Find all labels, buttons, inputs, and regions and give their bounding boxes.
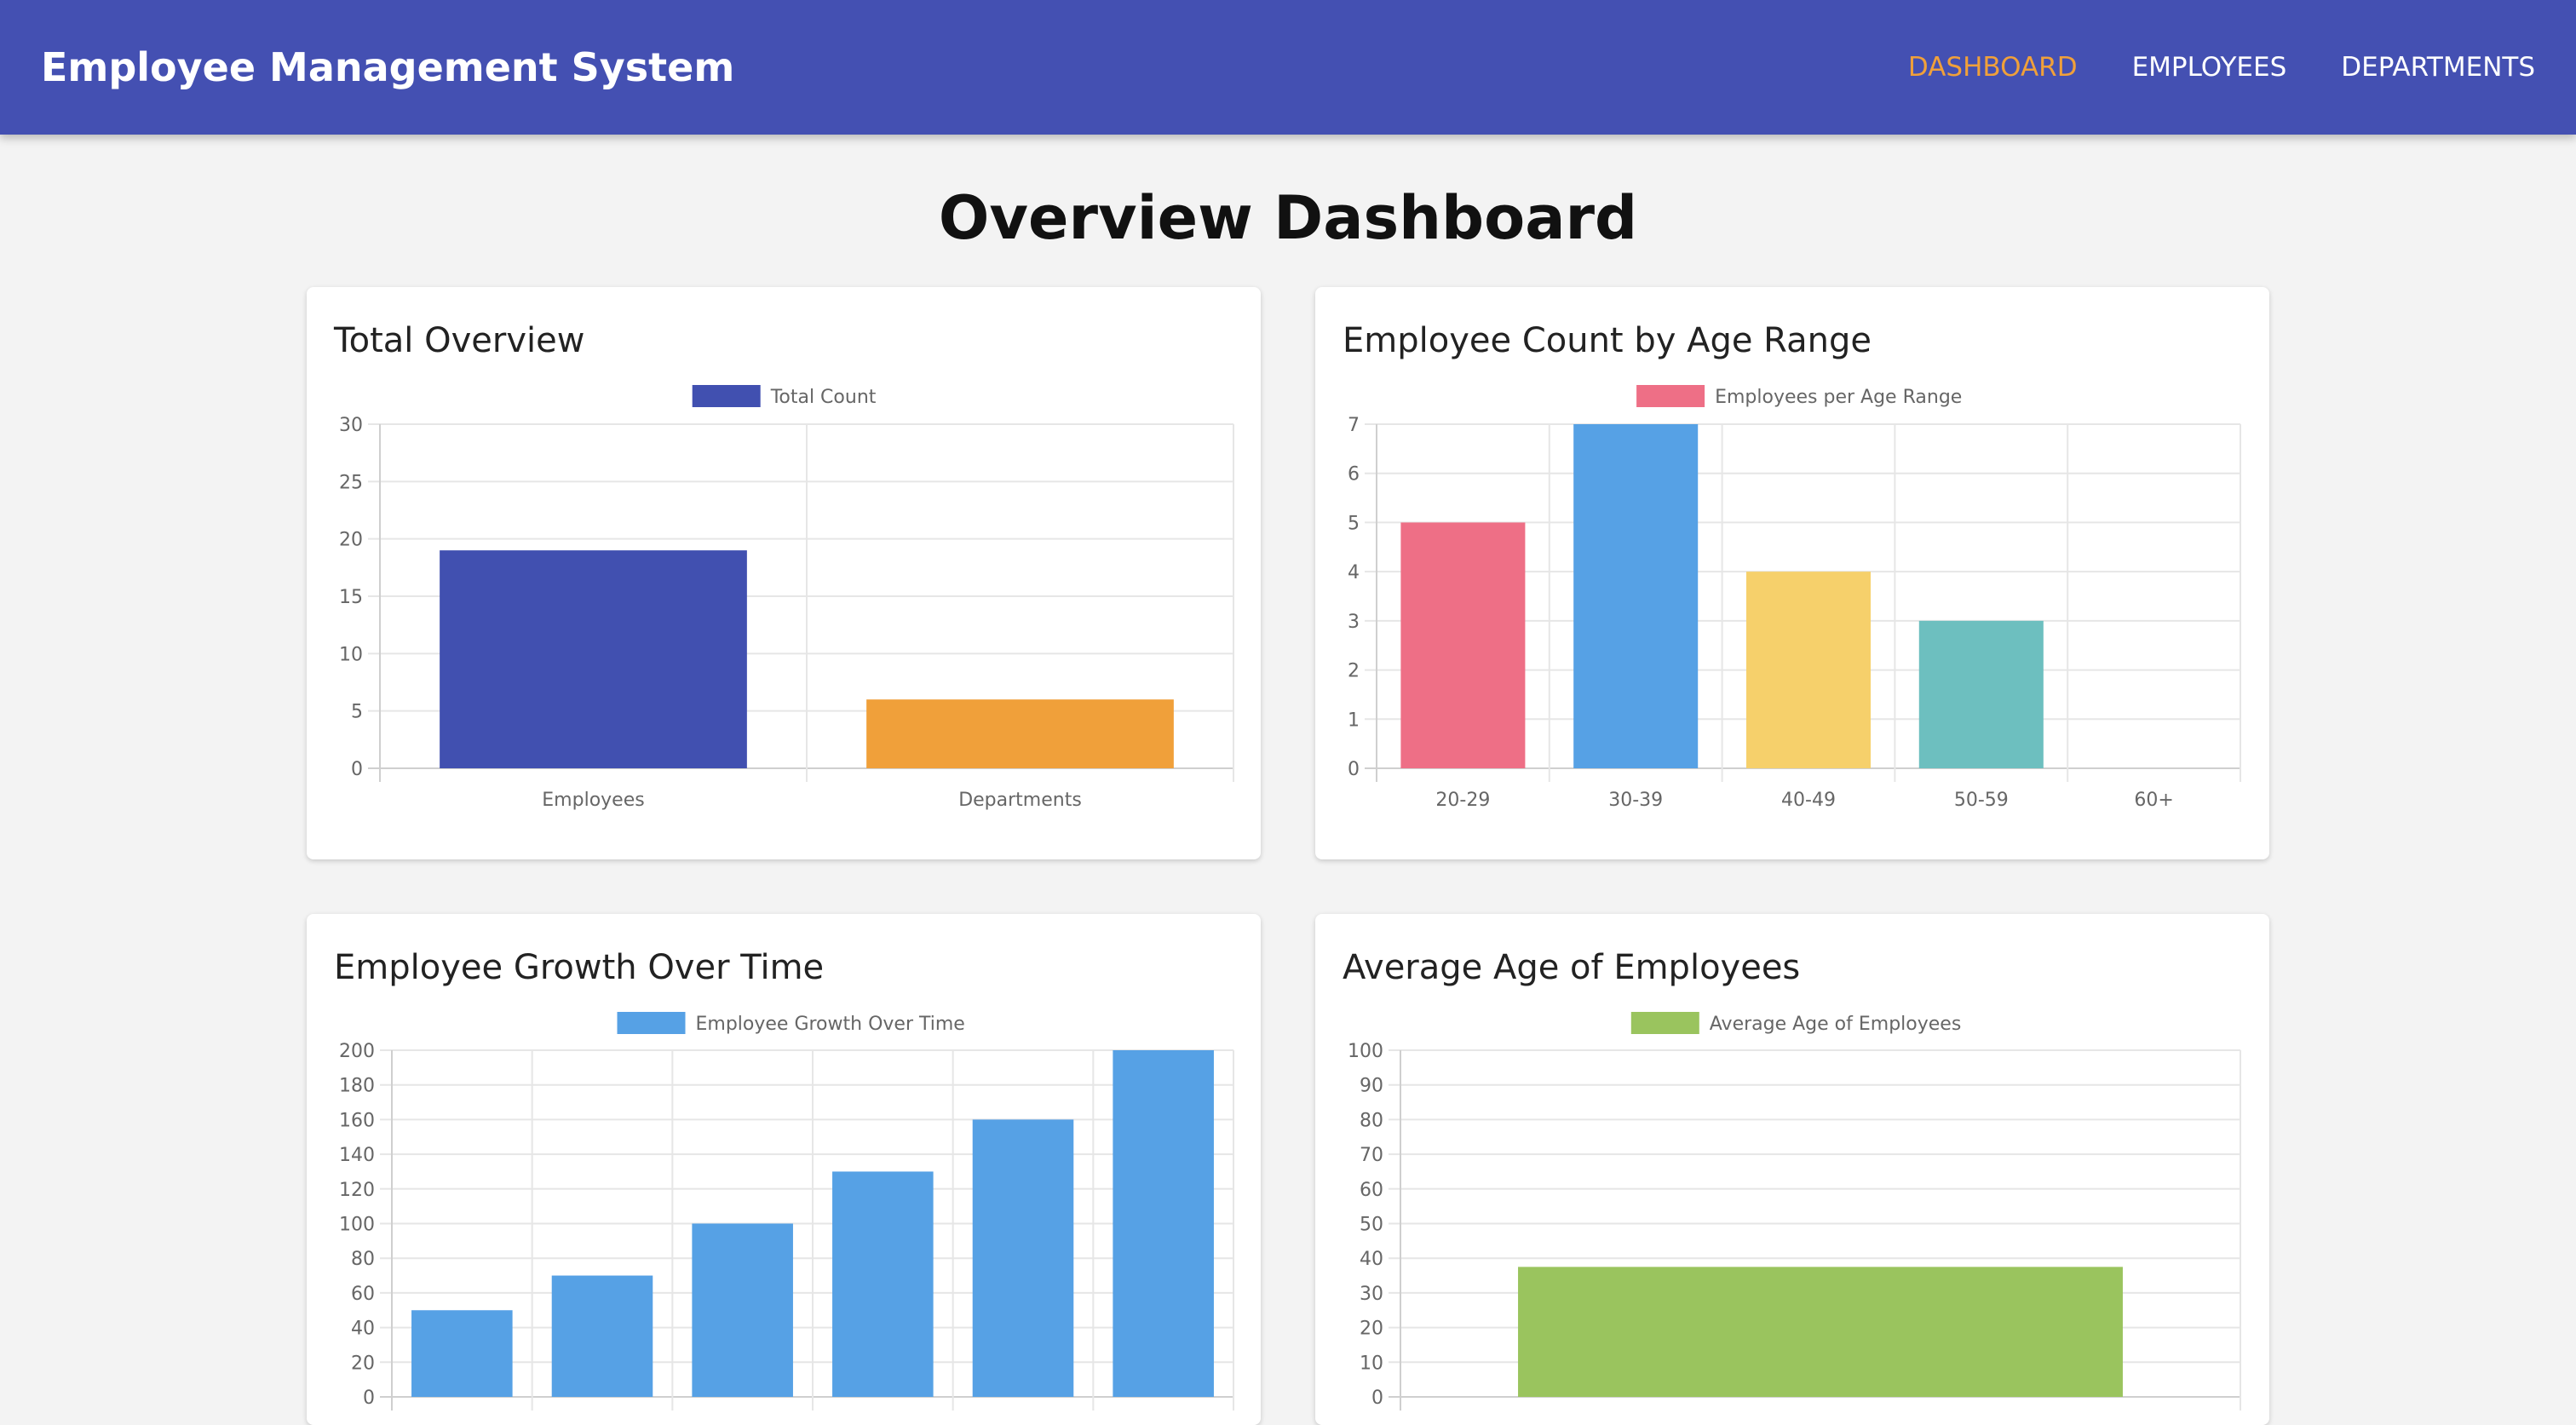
y-tick-label: 2 bbox=[1348, 661, 1360, 682]
bar bbox=[1113, 1050, 1214, 1397]
chart-card-age-range: Employee Count by Age Range Employees pe… bbox=[1315, 287, 2269, 859]
top-navbar: Employee Management System DASHBOARD EMP… bbox=[0, 0, 2576, 135]
y-tick-label: 140 bbox=[339, 1145, 375, 1166]
chart-card-total-overview: Total Overview Total Count 0 5 10 15 20 25 30 Em… bbox=[307, 287, 1261, 859]
chart-card-average-age: Average Age of Employees Average Age of … bbox=[1315, 914, 2269, 1425]
legend-label: Total Count bbox=[770, 387, 877, 408]
x-tick-label: 50-59 bbox=[1954, 790, 2009, 811]
nav-employees[interactable]: EMPLOYEES bbox=[2132, 52, 2287, 83]
y-tick-label: 200 bbox=[339, 1041, 375, 1062]
y-tick-label: 100 bbox=[1348, 1041, 1383, 1062]
y-tick-label: 25 bbox=[339, 472, 363, 493]
y-tick-label: 80 bbox=[351, 1249, 375, 1270]
bar bbox=[1745, 572, 1872, 768]
bar bbox=[551, 1275, 653, 1397]
legend-label: Employee Growth Over Time bbox=[696, 1014, 965, 1035]
x-tick-label: 40-49 bbox=[1781, 790, 1836, 811]
y-tick-label: 20 bbox=[1360, 1319, 1383, 1340]
x-tick-label: 60+ bbox=[2134, 790, 2173, 811]
y-tick-label: 6 bbox=[1348, 464, 1360, 486]
y-tick-label: 7 bbox=[1348, 415, 1360, 436]
y-tick-label: 30 bbox=[1360, 1284, 1383, 1305]
legend-swatch bbox=[1636, 385, 1705, 407]
bar bbox=[866, 699, 1174, 768]
y-tick-label: 30 bbox=[339, 415, 363, 436]
bar bbox=[692, 1223, 793, 1397]
y-tick-label: 0 bbox=[363, 1388, 375, 1409]
y-tick-label: 10 bbox=[1360, 1353, 1383, 1374]
y-tick-label: 10 bbox=[339, 644, 363, 665]
y-tick-label: 100 bbox=[339, 1215, 375, 1236]
bar bbox=[972, 1119, 1074, 1397]
chart-employee-growth: Employee Growth Over Time 0 20 40 60 80 100 120… bbox=[339, 1012, 1234, 1411]
bar bbox=[1573, 424, 1699, 768]
app-title: Employee Management System bbox=[41, 44, 735, 90]
legend-label: Employees per Age Range bbox=[1715, 387, 1962, 408]
main-nav: DASHBOARD EMPLOYEES DEPARTMENTS bbox=[1854, 52, 2535, 83]
x-tick-label: 20-29 bbox=[1435, 790, 1490, 811]
x-tick-label: Employees bbox=[542, 790, 644, 811]
bar bbox=[440, 550, 747, 768]
nav-departments[interactable]: DEPARTMENTS bbox=[2341, 52, 2535, 83]
bar bbox=[1518, 1267, 2123, 1397]
chart-card-employee-growth: Employee Growth Over Time Employee Growt… bbox=[307, 914, 1261, 1425]
y-tick-label: 20 bbox=[339, 530, 363, 551]
legend-swatch bbox=[1630, 1012, 1699, 1034]
y-tick-label: 4 bbox=[1348, 562, 1360, 583]
y-tick-label: 15 bbox=[339, 587, 363, 608]
y-tick-label: 120 bbox=[339, 1180, 375, 1201]
x-tick-label: Departments bbox=[958, 790, 1082, 811]
y-tick-label: 20 bbox=[351, 1353, 375, 1374]
chart-total-overview: Total Count 0 5 10 15 20 25 30 Employees Departme… bbox=[339, 385, 1234, 811]
y-tick-label: 60 bbox=[1360, 1180, 1383, 1201]
page-title: Overview Dashboard bbox=[938, 183, 1638, 253]
y-tick-label: 180 bbox=[339, 1076, 375, 1097]
y-tick-label: 80 bbox=[1360, 1110, 1383, 1131]
legend-swatch bbox=[692, 385, 761, 407]
chart-age-range: Employees per Age Range 0 1 2 3 4 5 6 7 20-29 30-3… bbox=[1348, 385, 2241, 811]
bar bbox=[1918, 620, 2044, 768]
bar bbox=[1400, 522, 1526, 768]
y-tick-label: 40 bbox=[1360, 1249, 1383, 1270]
y-tick-label: 0 bbox=[1348, 759, 1360, 780]
y-tick-label: 40 bbox=[351, 1319, 375, 1340]
y-tick-label: 0 bbox=[351, 759, 363, 780]
y-tick-label: 5 bbox=[1348, 513, 1360, 534]
y-tick-label: 3 bbox=[1348, 612, 1360, 633]
y-tick-label: 60 bbox=[351, 1284, 375, 1305]
legend-swatch bbox=[617, 1012, 686, 1034]
y-tick-label: 160 bbox=[339, 1110, 375, 1131]
y-tick-label: 90 bbox=[1360, 1076, 1383, 1097]
legend-label: Average Age of Employees bbox=[1710, 1014, 1962, 1035]
y-tick-label: 50 bbox=[1360, 1215, 1383, 1236]
nav-dashboard[interactable]: DASHBOARD bbox=[1908, 52, 2078, 83]
bar bbox=[832, 1171, 934, 1397]
y-tick-label: 5 bbox=[351, 702, 363, 723]
bar bbox=[411, 1310, 513, 1397]
x-tick-label: 30-39 bbox=[1608, 790, 1663, 811]
chart-average-age: Average Age of Employees 0 10 20 30 40 50 60 70 8… bbox=[1348, 1012, 2241, 1411]
y-tick-label: 70 bbox=[1360, 1145, 1383, 1166]
y-tick-label: 1 bbox=[1348, 710, 1360, 731]
y-tick-label: 0 bbox=[1371, 1388, 1383, 1409]
